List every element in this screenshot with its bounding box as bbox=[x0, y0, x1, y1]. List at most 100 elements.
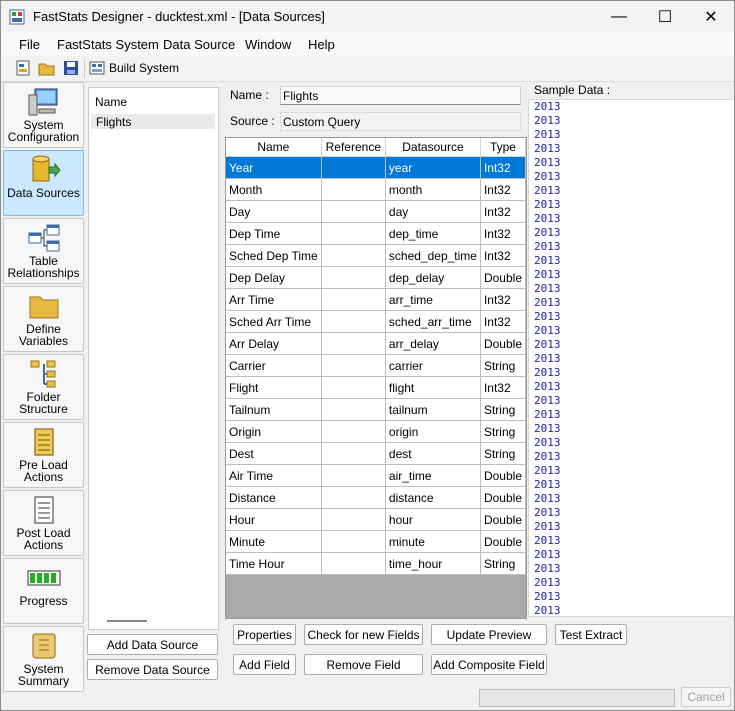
new-icon[interactable] bbox=[14, 59, 32, 77]
cell-type[interactable]: Int32 bbox=[480, 288, 527, 311]
nav-table-relationships[interactable]: Table Relationships bbox=[3, 218, 84, 284]
cell-name[interactable]: Carrier bbox=[226, 354, 322, 377]
cell-reference[interactable] bbox=[321, 486, 386, 509]
cell-reference[interactable] bbox=[321, 420, 386, 443]
cell-name[interactable]: Time Hour bbox=[226, 552, 322, 575]
cell-type[interactable]: Int32 bbox=[480, 310, 527, 333]
cell-datasource[interactable]: month bbox=[385, 178, 481, 201]
cell-datasource[interactable]: dep_time bbox=[385, 222, 481, 245]
cell-datasource[interactable]: dest bbox=[385, 442, 481, 465]
cell-datasource[interactable]: arr_delay bbox=[385, 332, 481, 355]
cell-datasource[interactable]: tailnum bbox=[385, 398, 481, 421]
cell-reference[interactable] bbox=[321, 508, 386, 531]
update-preview-button[interactable]: Update Preview bbox=[431, 624, 547, 645]
cell-datasource[interactable]: minute bbox=[385, 530, 481, 553]
cell-type[interactable]: String bbox=[480, 552, 527, 575]
table-row[interactable]: Tailnum tailnum String bbox=[226, 398, 527, 421]
check-new-fields-button[interactable]: Check for new Fields bbox=[304, 624, 423, 645]
cell-datasource[interactable]: flight bbox=[385, 376, 481, 399]
menu-data-source[interactable]: Data Source bbox=[163, 37, 235, 52]
cell-name[interactable]: Air Time bbox=[226, 464, 322, 487]
cell-datasource[interactable]: arr_time bbox=[385, 288, 481, 311]
cell-name[interactable]: Day bbox=[226, 200, 322, 223]
table-row[interactable]: Origin origin String bbox=[226, 420, 527, 443]
save-icon[interactable] bbox=[62, 59, 80, 77]
cell-reference[interactable] bbox=[321, 442, 386, 465]
cell-datasource[interactable]: day bbox=[385, 200, 481, 223]
cell-name[interactable]: Flight bbox=[226, 376, 322, 399]
cell-type[interactable]: String bbox=[480, 354, 527, 377]
cell-type[interactable]: Double bbox=[480, 530, 527, 553]
nav-define-variables[interactable]: Define Variables bbox=[3, 286, 84, 352]
cell-datasource[interactable]: time_hour bbox=[385, 552, 481, 575]
minimize-button[interactable]: — bbox=[596, 1, 642, 32]
cell-reference[interactable] bbox=[321, 376, 386, 399]
column-header-reference[interactable]: Reference bbox=[321, 138, 386, 157]
cell-datasource[interactable]: origin bbox=[385, 420, 481, 443]
sample-data-pane[interactable]: 2013 2013 2013 2013 2013 2013 2013 2013 2013 2013… bbox=[528, 99, 734, 617]
cell-name[interactable]: Sched Dep Time bbox=[226, 244, 322, 267]
cell-name[interactable]: Tailnum bbox=[226, 398, 322, 421]
cell-type[interactable]: String bbox=[480, 420, 527, 443]
table-row[interactable]: Sched Arr Time sched_arr_time Int32 bbox=[226, 310, 527, 333]
cell-type[interactable]: Double bbox=[480, 464, 527, 487]
table-row[interactable]: Dep Time dep_time Int32 bbox=[226, 222, 527, 245]
cell-reference[interactable] bbox=[321, 552, 386, 575]
table-row[interactable]: Dest dest String bbox=[226, 442, 527, 465]
remove-data-source-button[interactable]: Remove Data Source bbox=[87, 659, 218, 680]
nav-data-sources[interactable]: Data Sources bbox=[3, 150, 84, 216]
build-system-button[interactable]: Build System bbox=[89, 58, 179, 78]
nav-system-configuration[interactable]: System Configuration bbox=[3, 82, 84, 148]
cell-reference[interactable] bbox=[321, 288, 386, 311]
menu-faststats-system[interactable]: FastStats System bbox=[57, 37, 159, 52]
cell-name[interactable]: Arr Time bbox=[226, 288, 322, 311]
cell-name[interactable]: Origin bbox=[226, 420, 322, 443]
data-source-list[interactable]: Name Flights bbox=[88, 87, 219, 630]
cell-name[interactable]: Dep Delay bbox=[226, 266, 322, 289]
cell-reference[interactable] bbox=[321, 244, 386, 267]
table-row[interactable]: Minute minute Double bbox=[226, 530, 527, 553]
cancel-button[interactable]: Cancel bbox=[681, 687, 731, 707]
cell-datasource[interactable]: hour bbox=[385, 508, 481, 531]
cell-reference[interactable] bbox=[321, 266, 386, 289]
cell-reference[interactable] bbox=[321, 332, 386, 355]
nav-post-load-actions[interactable]: Post Load Actions bbox=[3, 490, 84, 556]
cell-reference[interactable] bbox=[321, 398, 386, 421]
add-data-source-button[interactable]: Add Data Source bbox=[87, 634, 218, 655]
table-row[interactable]: Arr Delay arr_delay Double bbox=[226, 332, 527, 355]
nav-folder-structure[interactable]: Folder Structure bbox=[3, 354, 84, 420]
cell-datasource[interactable]: dep_delay bbox=[385, 266, 481, 289]
cell-type[interactable]: Int32 bbox=[480, 200, 527, 223]
table-row[interactable]: Dep Delay dep_delay Double bbox=[226, 266, 527, 289]
column-header-type[interactable]: Type bbox=[480, 138, 527, 157]
table-row[interactable]: Flight flight Int32 bbox=[226, 376, 527, 399]
cell-type[interactable]: String bbox=[480, 398, 527, 421]
column-header-name[interactable]: Name bbox=[226, 138, 322, 157]
remove-field-button[interactable]: Remove Field bbox=[304, 654, 423, 675]
cell-datasource[interactable]: sched_arr_time bbox=[385, 310, 481, 333]
cell-datasource[interactable]: sched_dep_time bbox=[385, 244, 481, 267]
maximize-button[interactable]: ☐ bbox=[642, 1, 688, 32]
cell-type[interactable]: Int32 bbox=[480, 178, 527, 201]
cell-reference[interactable] bbox=[321, 354, 386, 377]
cell-reference[interactable] bbox=[321, 178, 386, 201]
cell-type[interactable]: Int32 bbox=[480, 156, 527, 179]
table-row[interactable]: Year year Int32 bbox=[226, 156, 527, 179]
table-row[interactable]: Day day Int32 bbox=[226, 200, 527, 223]
cell-datasource[interactable]: year bbox=[385, 156, 481, 179]
table-row[interactable]: Hour hour Double bbox=[226, 508, 527, 531]
open-folder-icon[interactable] bbox=[38, 59, 56, 77]
table-row[interactable]: Time Hour time_hour String bbox=[226, 552, 527, 575]
cell-name[interactable]: Dep Time bbox=[226, 222, 322, 245]
cell-name[interactable]: Minute bbox=[226, 530, 322, 553]
list-item[interactable]: Flights bbox=[91, 114, 215, 129]
cell-name[interactable]: Year bbox=[226, 156, 322, 179]
cell-name[interactable]: Month bbox=[226, 178, 322, 201]
cell-datasource[interactable]: air_time bbox=[385, 464, 481, 487]
cell-name[interactable]: Hour bbox=[226, 508, 322, 531]
cell-type[interactable]: Double bbox=[480, 508, 527, 531]
cell-type[interactable]: Int32 bbox=[480, 222, 527, 245]
cell-name[interactable]: Sched Arr Time bbox=[226, 310, 322, 333]
cell-name[interactable]: Dest bbox=[226, 442, 322, 465]
cell-type[interactable]: Double bbox=[480, 486, 527, 509]
